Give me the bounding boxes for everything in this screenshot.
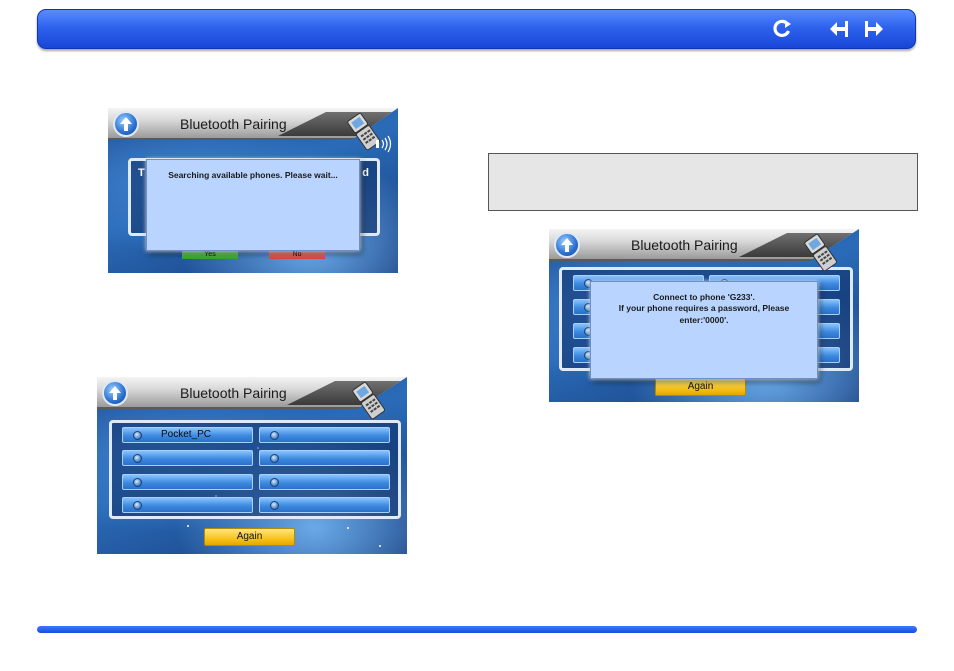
- slot-indicator-icon: [133, 501, 142, 510]
- again-button[interactable]: Again: [655, 378, 746, 396]
- home-icon[interactable]: [554, 232, 580, 258]
- phone-slot-5[interactable]: [122, 474, 253, 490]
- connect-message-line1: Connect to phone 'G233'.: [653, 292, 755, 302]
- phone-icon: [801, 231, 853, 280]
- previous-page-icon[interactable]: [828, 18, 850, 40]
- phone-slot-6[interactable]: [259, 474, 390, 490]
- phone-slot-label: Pocket_PC: [161, 429, 212, 440]
- phone-icon: [349, 379, 401, 428]
- no-button[interactable]: No: [269, 251, 325, 259]
- home-icon[interactable]: [113, 111, 139, 137]
- searching-dialog: Searching available phones. Please wait.…: [146, 159, 360, 251]
- slot-indicator-icon: [270, 478, 279, 487]
- slot-indicator-icon: [133, 431, 142, 440]
- slot-indicator-icon: [270, 501, 279, 510]
- phone-slot-8[interactable]: [259, 497, 390, 513]
- screen-title: Bluetooth Pairing: [180, 385, 287, 401]
- connect-dialog: Connect to phone 'G233'. If your phone r…: [590, 281, 818, 379]
- home-icon[interactable]: [102, 380, 128, 406]
- phone-slot-3[interactable]: [122, 450, 253, 466]
- screen-title: Bluetooth Pairing: [180, 116, 287, 132]
- slot-indicator-icon: [270, 454, 279, 463]
- bg-letter-right: d: [362, 167, 369, 179]
- screen-title: Bluetooth Pairing: [631, 237, 738, 253]
- searching-message: Searching available phones. Please wait.…: [168, 170, 338, 180]
- phone-slot-7[interactable]: [122, 497, 253, 513]
- slot-indicator-icon: [133, 478, 142, 487]
- searching-screen: T d Yes No Bluetooth Pairing Searching a…: [108, 108, 398, 273]
- next-page-icon[interactable]: [863, 18, 885, 40]
- slot-indicator-icon: [270, 431, 279, 440]
- phone-slot-1[interactable]: Pocket_PC: [122, 427, 253, 443]
- connect-message-line2: If your phone requires a password, Pleas…: [618, 303, 790, 314]
- phone-slot-2[interactable]: [259, 427, 390, 443]
- connect-message-line3: enter:'0000'.: [679, 314, 729, 325]
- bg-letter-left: T: [138, 167, 145, 179]
- header-bar: [37, 9, 916, 49]
- back-icon[interactable]: [772, 18, 794, 40]
- device-list-screen: Pocket_PC Again Bluetooth Pairing: [97, 377, 407, 554]
- slot-indicator-icon: [133, 454, 142, 463]
- footer-rule: [37, 626, 917, 633]
- note-box: [488, 153, 918, 211]
- phone-signal-icon: [344, 110, 396, 159]
- connect-screen: Again Bluetooth Pairing Connect to phone…: [549, 229, 859, 402]
- yes-button[interactable]: Yes: [182, 251, 238, 259]
- phone-slot-4[interactable]: [259, 450, 390, 466]
- again-button[interactable]: Again: [204, 528, 295, 546]
